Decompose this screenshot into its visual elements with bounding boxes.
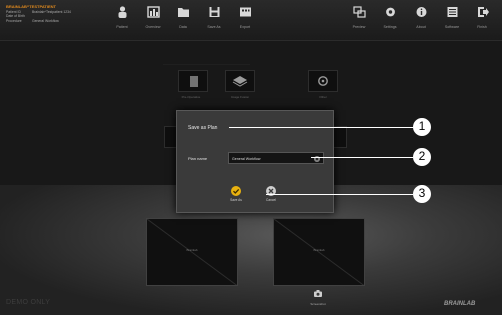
camera-icon bbox=[314, 290, 322, 297]
toolbar-label: Data bbox=[179, 25, 187, 29]
save-as-plan-dialog: Save as Plan Plan name General Workflow … bbox=[176, 110, 334, 213]
demo-watermark: DEMO ONLY bbox=[6, 299, 51, 306]
view-label: Brainlab bbox=[186, 248, 198, 252]
procedure-label: Procedure bbox=[6, 18, 22, 23]
plan-name-label: Plan name bbox=[188, 156, 208, 161]
toolbar-label: Overview bbox=[145, 25, 161, 29]
view-right[interactable]: Brainlab bbox=[273, 218, 365, 286]
toolbar-label: Patient bbox=[116, 25, 128, 29]
info-icon bbox=[416, 7, 426, 17]
toolbar-label: Finish bbox=[477, 25, 487, 29]
screenshot-label: Screenshot bbox=[310, 302, 326, 306]
dialog-title: Save as Plan bbox=[188, 125, 218, 131]
patient-info: BRAINLAB^TESTPATIENT Patient ID Brainlab… bbox=[6, 4, 76, 23]
toolbar-overview-button[interactable]: Overview bbox=[138, 5, 168, 29]
procedure-value: General Workflow bbox=[32, 18, 59, 23]
toolbar-export-button[interactable]: Export bbox=[230, 5, 260, 29]
callout-1: 1 bbox=[413, 118, 431, 136]
callout-3: 3 bbox=[413, 185, 431, 203]
callout-line-1 bbox=[229, 127, 413, 129]
toolbar-preview-button[interactable]: Preview bbox=[344, 5, 374, 29]
toolbar-label: Export bbox=[239, 25, 251, 29]
toolbar-settings-button[interactable]: Settings bbox=[375, 5, 405, 29]
screenshot-button[interactable]: Screenshot bbox=[303, 284, 333, 306]
view-label: Brainlab bbox=[313, 248, 325, 252]
toolbar-software-button[interactable]: Software bbox=[437, 5, 467, 29]
save-icon bbox=[209, 7, 219, 17]
check-icon bbox=[231, 186, 241, 196]
toolbar-patient-button[interactable]: Patient bbox=[107, 5, 137, 29]
cancel-label: Cancel bbox=[266, 198, 276, 202]
toolbar-label: Preview bbox=[352, 25, 366, 29]
brainlab-logo: BRAINLAB bbox=[444, 301, 476, 307]
overview-icon bbox=[146, 6, 160, 18]
view-left[interactable]: Brainlab bbox=[146, 218, 238, 286]
save-as-label: Save As bbox=[230, 198, 242, 202]
software-icon bbox=[447, 7, 457, 17]
save-as-button[interactable]: Save As bbox=[224, 186, 248, 202]
patient-icon bbox=[118, 6, 126, 18]
callout-line-3 bbox=[266, 194, 413, 196]
top-toolbar: BRAINLAB^TESTPATIENT Patient ID Brainlab… bbox=[0, 0, 502, 41]
toolbar-data-button[interactable]: Data bbox=[168, 5, 198, 29]
callout-line-2 bbox=[311, 157, 413, 159]
toolbar-save-as-button[interactable]: Save As bbox=[199, 5, 229, 29]
preview-icon bbox=[352, 6, 366, 18]
view-diagonal bbox=[147, 219, 237, 285]
finish-icon bbox=[477, 7, 489, 17]
gear-icon bbox=[385, 7, 395, 17]
toolbar-label: About bbox=[416, 25, 426, 29]
plan-name-value: General Workflow bbox=[232, 156, 261, 161]
callout-2: 2 bbox=[413, 148, 431, 166]
toolbar-label: Save As bbox=[207, 25, 221, 29]
toolbar-about-button[interactable]: About bbox=[406, 5, 436, 29]
view-diagonal bbox=[274, 219, 364, 285]
export-icon bbox=[239, 7, 251, 17]
toolbar-finish-button[interactable]: Finish bbox=[467, 5, 497, 29]
folder-icon bbox=[177, 8, 189, 17]
plan-name-input[interactable]: General Workflow bbox=[228, 152, 324, 164]
toolbar-label: Software bbox=[444, 25, 460, 29]
toolbar-label: Settings bbox=[383, 25, 397, 29]
